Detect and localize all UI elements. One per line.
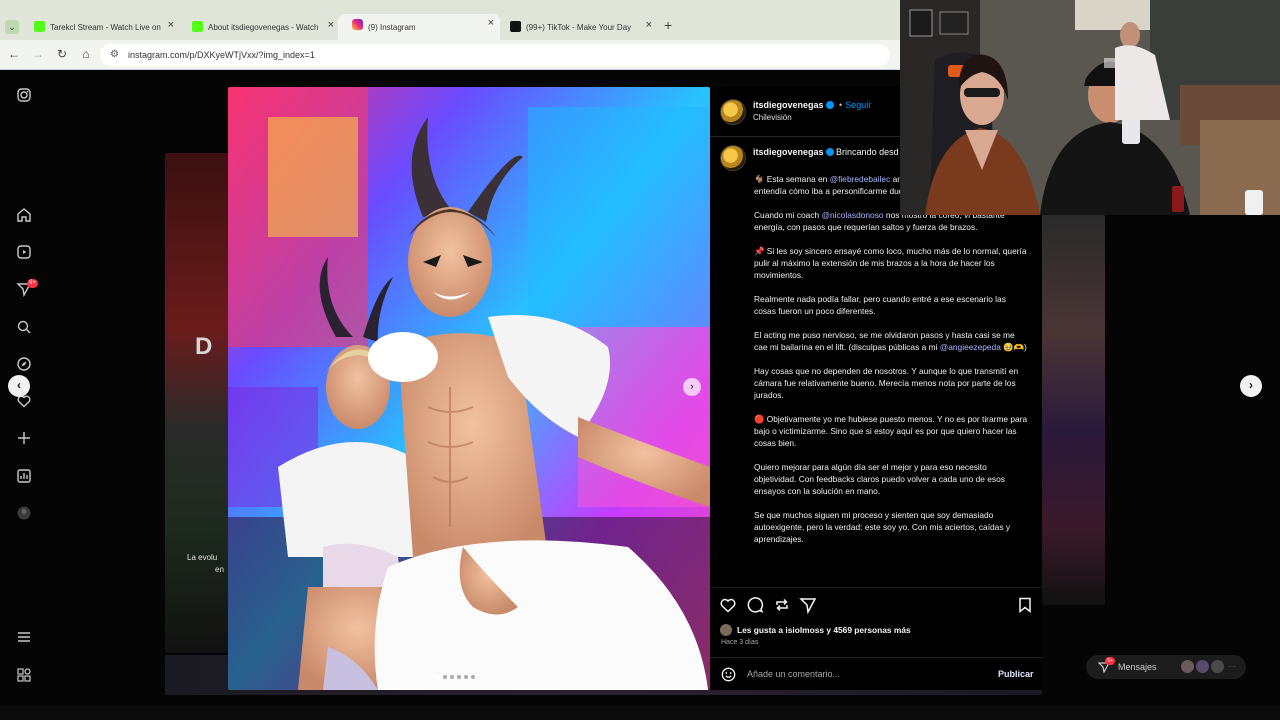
site-info-icon[interactable]: ⚙	[110, 49, 119, 60]
author-avatar[interactable]	[720, 99, 746, 125]
notification-badge: 9+	[27, 279, 38, 288]
home-icon[interactable]: ⌂	[78, 47, 94, 61]
post-caption: 🐐 Esta semana en @fiebredebailec animale…	[754, 173, 1029, 583]
liker-avatar	[720, 624, 732, 636]
close-tab-icon[interactable]: ×	[328, 19, 334, 31]
verified-badge-icon	[825, 101, 834, 109]
previous-post-arrow-icon[interactable]: ‹	[8, 375, 30, 397]
caption-text: 🔴 Objetivamente yo me hubiese puesto men…	[754, 414, 1028, 448]
caption-text: 🥹🫶)	[1000, 342, 1027, 352]
tab-search-button[interactable]: ⌄	[5, 20, 19, 34]
also-from-meta-icon[interactable]	[16, 667, 32, 683]
close-tab-icon[interactable]: ×	[646, 19, 652, 31]
comment-input[interactable]: Añade un comentario...	[747, 669, 840, 679]
caption-text: Cuando mi coach	[754, 210, 822, 220]
carousel-dots	[436, 675, 475, 679]
caption-text: 📌 Si les soy sincero ensayé como loco, m…	[754, 246, 1027, 280]
taskbar-strip	[0, 705, 1280, 720]
caption-text: Se que muchos siguen mi proceso y siente…	[754, 510, 1011, 544]
repost-icon[interactable]	[773, 596, 791, 614]
messages-label: Mensajes	[1118, 662, 1157, 672]
profile-avatar-icon[interactable]	[16, 505, 32, 521]
post-timestamp[interactable]: Hace 3 días	[721, 639, 758, 646]
caption-mention-link[interactable]: @nicolasdonoso	[822, 210, 884, 220]
comment-bar: Añade un comentario... Publicar	[710, 657, 1042, 690]
caption-paragraph: Realmente nada podía fallar, pero cuando…	[754, 293, 1029, 317]
post-actions: Les gusta a isiolmoss y 4569 personas má…	[710, 587, 1042, 647]
address-bar[interactable]: ⚙ instagram.com/p/DXKyeWTjVxx/?img_index…	[100, 44, 890, 66]
explore-compass-icon[interactable]	[16, 356, 32, 372]
tab-title: Tarekcl Stream - Watch Live on	[50, 22, 161, 32]
close-tab-icon[interactable]: ×	[488, 17, 494, 29]
separator: •	[839, 100, 843, 110]
browser-tab-bar: ⌄ Tarekcl Stream - Watch Live on × About…	[0, 0, 900, 40]
follow-button[interactable]: Seguir	[845, 100, 871, 110]
post-image[interactable]: ›	[228, 87, 710, 690]
kick-favicon-icon	[34, 21, 45, 32]
search-icon[interactable]	[16, 319, 32, 335]
caption-text: Quiero mejorar para algún día ser el mej…	[754, 462, 1005, 496]
caption-author-username[interactable]: itsdiegovenegas	[753, 147, 824, 157]
reels-icon[interactable]	[16, 244, 32, 260]
author-username-text[interactable]: itsdiegovenegas	[753, 100, 824, 110]
messages-dock[interactable]: 9+ Mensajes ···	[1086, 655, 1246, 679]
likes-count[interactable]: Les gusta a isiolmoss y 4569 personas má…	[737, 625, 911, 635]
background-card-text: en	[215, 565, 224, 574]
url-text[interactable]: instagram.com/p/DXKyeWTjVxx/?img_index=1	[128, 50, 315, 60]
caption-paragraph: 🔴 Objetivamente yo me hubiese puesto men…	[754, 413, 1029, 449]
share-icon[interactable]	[799, 596, 817, 614]
kick-favicon-icon	[192, 21, 203, 32]
message-avatars: ···	[1181, 660, 1236, 673]
new-tab-button[interactable]: +	[664, 17, 672, 33]
create-plus-icon[interactable]	[16, 430, 32, 446]
carousel-next-arrow-icon[interactable]: ›	[683, 378, 701, 396]
browser-toolbar: ← → ↻ ⌂ ⚙ instagram.com/p/DXKyeWTjVxx/?i…	[0, 40, 900, 70]
browser-tab-kick-about[interactable]: About itsdiegovenegas - Watch ×	[178, 16, 340, 38]
caption-paragraph: Quiero mejorar para algún día ser el mej…	[754, 461, 1029, 497]
caption-author-avatar[interactable]	[720, 145, 746, 171]
background-post-card: D La evolu en	[165, 153, 228, 653]
post-location[interactable]: Chilevisión	[753, 113, 792, 122]
instagram-favicon-icon	[352, 19, 363, 30]
browser-tab-kick-stream[interactable]: Tarekcl Stream - Watch Live on ×	[20, 16, 180, 38]
caption-text: Hay cosas que no dependen de nosotros. Y…	[754, 366, 1019, 400]
next-post-arrow-icon[interactable]: ›	[1240, 375, 1262, 397]
like-heart-icon[interactable]	[719, 596, 737, 614]
save-bookmark-icon[interactable]	[1016, 596, 1034, 614]
home-icon[interactable]	[16, 207, 32, 223]
browser-tab-instagram[interactable]: (9) Instagram ×	[338, 14, 500, 40]
emoji-icon[interactable]	[721, 667, 736, 682]
caption-text: 🐐 Esta semana en	[754, 174, 830, 184]
reload-icon[interactable]: ↻	[54, 47, 70, 61]
back-arrow-icon[interactable]: ←	[6, 47, 22, 61]
more-menu-icon[interactable]	[16, 629, 32, 645]
caption-paragraph: El acting me puso nervioso, se me olvida…	[754, 329, 1029, 353]
comment-bubble-icon[interactable]	[746, 596, 764, 614]
caption-mention-link[interactable]: @angieezepeda	[940, 342, 1001, 352]
caption-first-line: Brincando desd	[836, 147, 899, 157]
streamer-webcam-overlay	[900, 0, 1280, 215]
caption-mention-link[interactable]: @fiebredebailec	[830, 174, 891, 184]
messages-badge: 9+	[1105, 657, 1115, 665]
caption-paragraph: Hay cosas que no dependen de nosotros. Y…	[754, 365, 1029, 401]
tab-title: About itsdiegovenegas - Watch	[208, 22, 319, 32]
tiktok-favicon-icon	[510, 21, 521, 32]
caption-author: itsdiegovenegas Brincando desd	[753, 147, 899, 157]
publish-comment-button[interactable]: Publicar	[998, 669, 1034, 679]
dashboard-icon[interactable]	[16, 468, 32, 484]
author-username[interactable]: itsdiegovenegas • Seguir	[753, 100, 871, 110]
background-post-card	[1042, 215, 1105, 605]
caption-paragraph: Se que muchos siguen mi proceso y siente…	[754, 509, 1029, 545]
caption-text: Realmente nada podía fallar, pero cuando…	[754, 294, 1006, 316]
caption-paragraph: 📌 Si les soy sincero ensayé como loco, m…	[754, 245, 1029, 281]
browser-tab-tiktok[interactable]: (99+) TikTok - Make Your Day ×	[496, 16, 658, 38]
background-card-text: La evolu	[187, 553, 218, 562]
forward-arrow-icon[interactable]: →	[30, 47, 46, 61]
close-tab-icon[interactable]: ×	[168, 19, 174, 31]
instagram-logo-icon[interactable]	[16, 87, 32, 103]
tab-title: (9) Instagram	[368, 22, 416, 32]
verified-badge-icon	[825, 148, 834, 156]
tab-title: (99+) TikTok - Make Your Day	[526, 22, 632, 32]
